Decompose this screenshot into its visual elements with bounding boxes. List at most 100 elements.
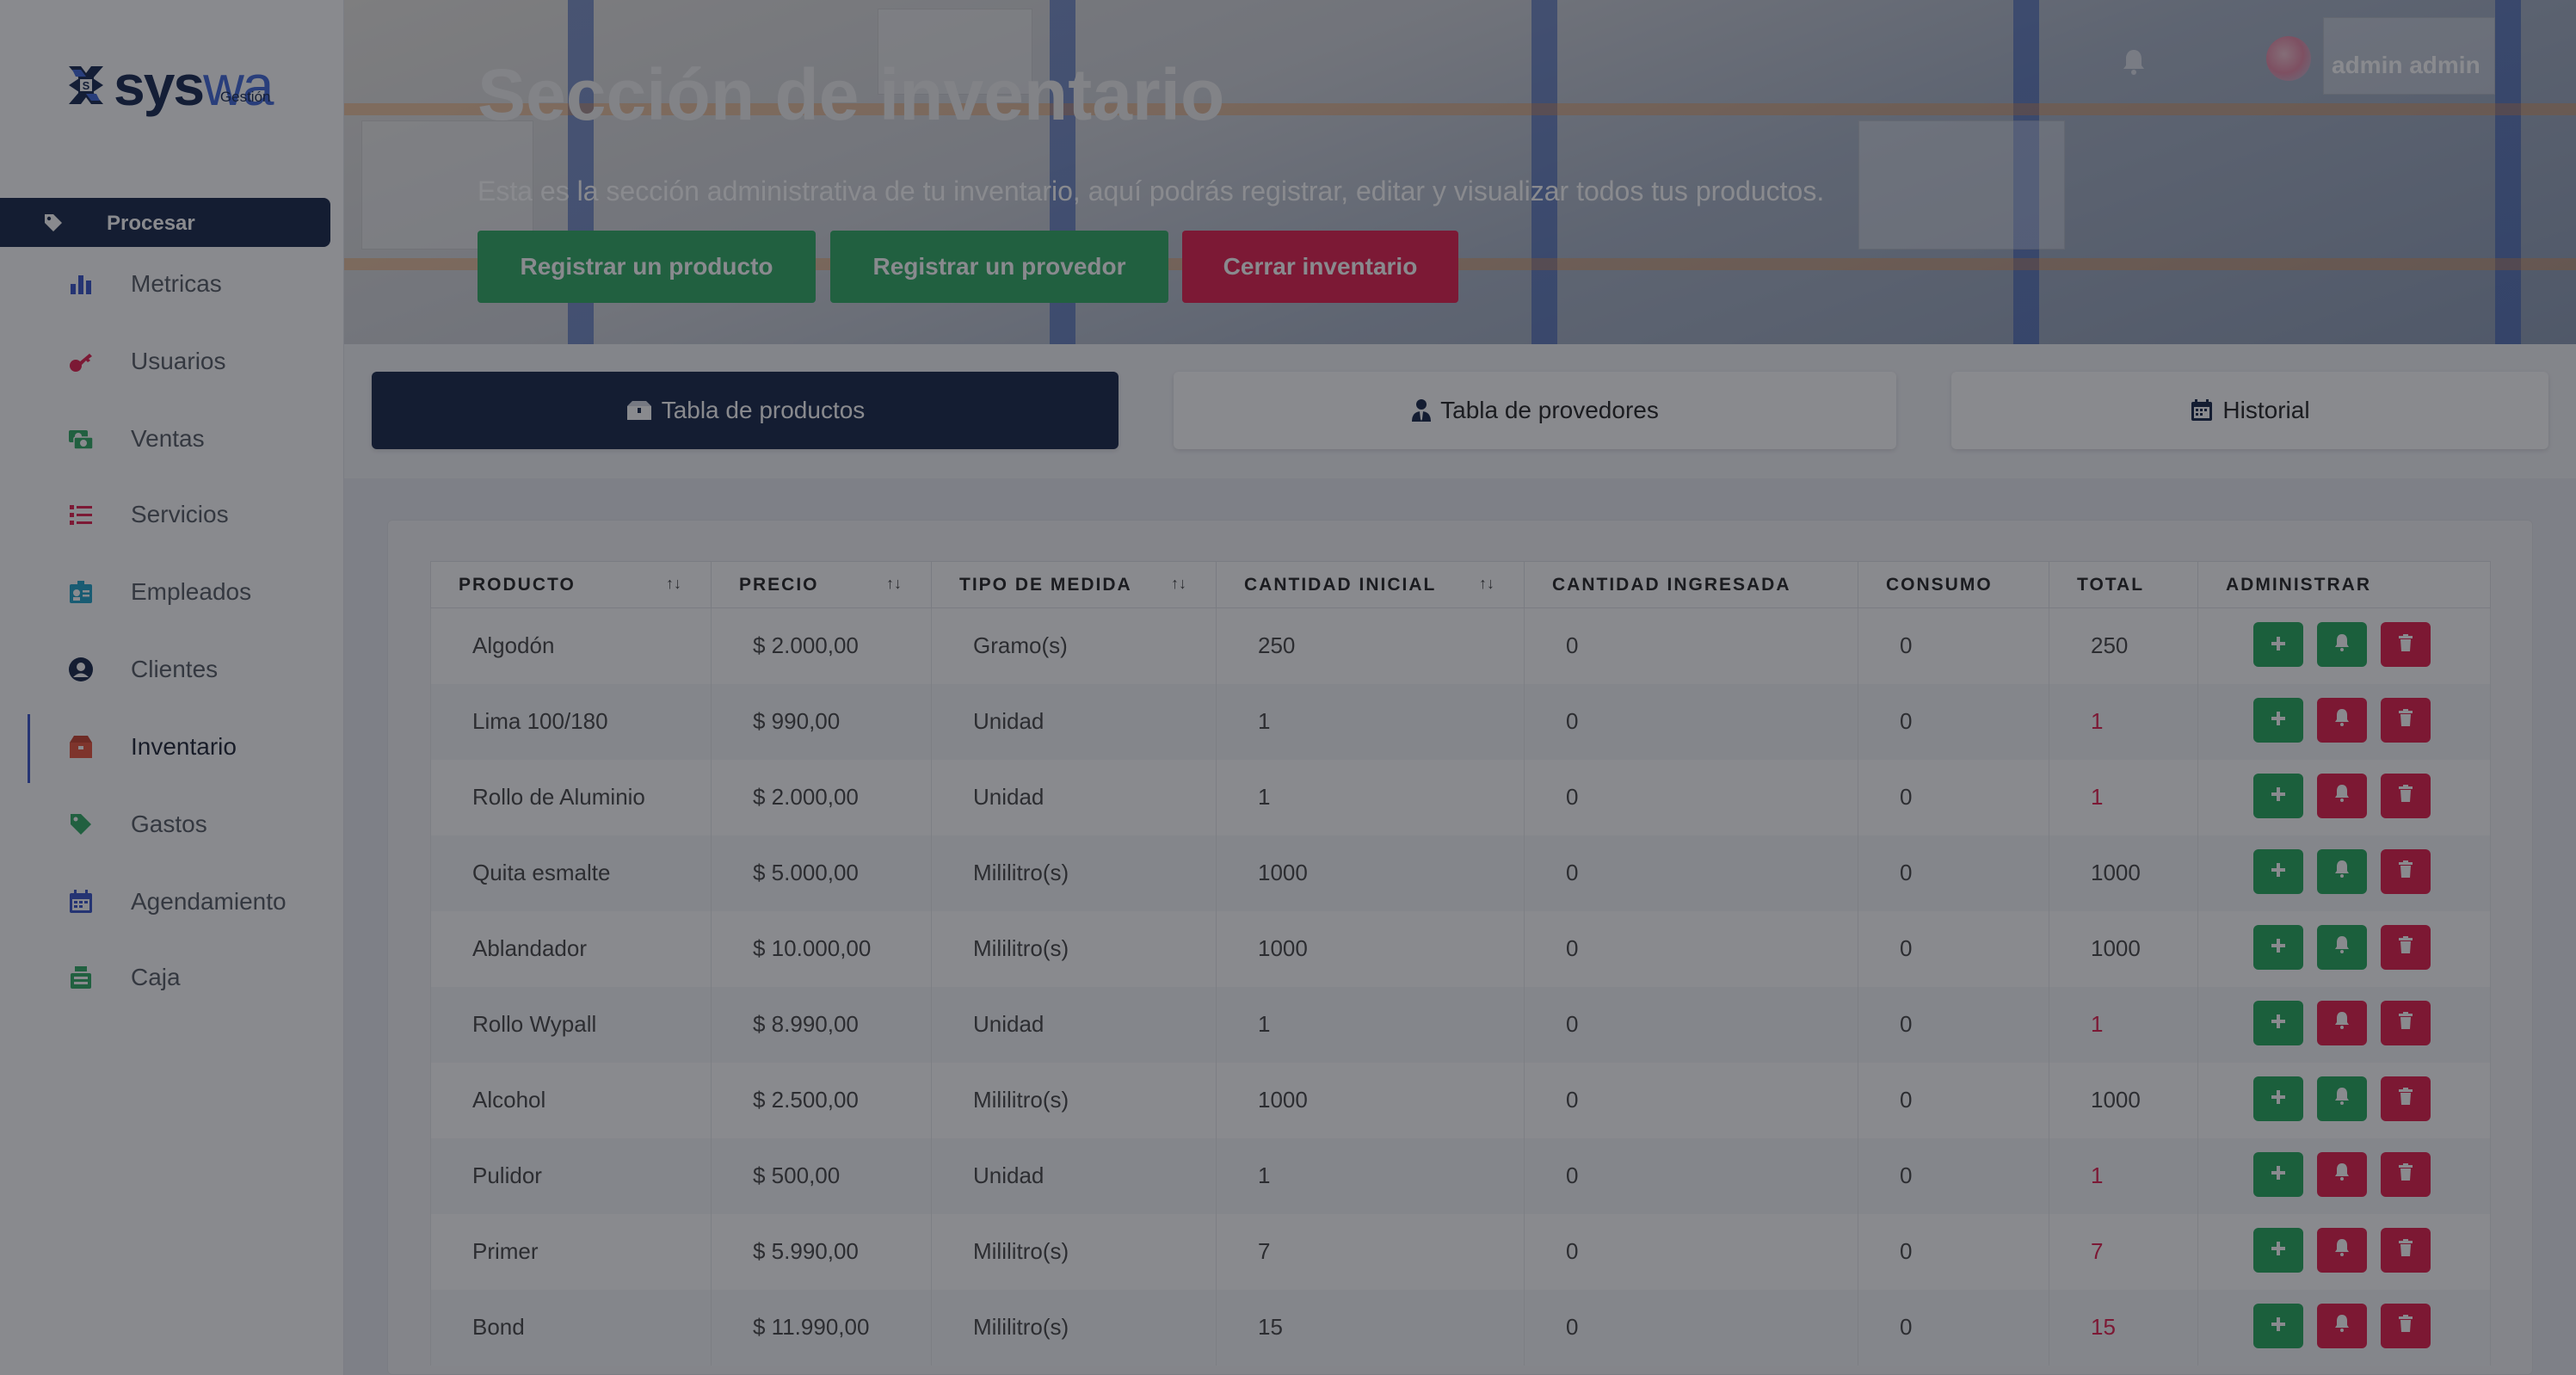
alert-button[interactable] <box>2317 1303 2367 1348</box>
bell-icon <box>2333 934 2351 960</box>
delete-button[interactable] <box>2381 924 2431 970</box>
cell-total: 7 <box>2049 1213 2198 1290</box>
bell-icon <box>2333 1085 2351 1112</box>
add-stock-button[interactable] <box>2253 1303 2303 1348</box>
alert-button[interactable] <box>2317 1076 2367 1121</box>
cell-producto: Primer <box>430 1213 712 1290</box>
sort-icon[interactable]: ↑↓ <box>666 575 681 593</box>
delete-button[interactable] <box>2381 1151 2431 1197</box>
sidebar-item-caja[interactable]: Caja <box>0 952 344 1003</box>
cell-ingresada: 0 <box>1524 835 1858 911</box>
column-header-precio[interactable]: PRECIO ↑↓ <box>711 561 932 608</box>
add-stock-button[interactable] <box>2253 622 2303 667</box>
trash-icon <box>2397 1161 2414 1187</box>
alert-button[interactable] <box>2317 924 2367 970</box>
add-stock-button[interactable] <box>2253 1151 2303 1197</box>
sidebar-item-gastos[interactable]: Gastos <box>0 798 344 850</box>
add-stock-button[interactable] <box>2253 924 2303 970</box>
cell-medida: Mililitro(s) <box>931 1062 1217 1138</box>
delete-button[interactable] <box>2381 697 2431 743</box>
delete-button[interactable] <box>2381 848 2431 894</box>
tab-history[interactable]: Historial <box>1951 372 2548 449</box>
cell-precio: $ 10.000,00 <box>711 910 932 987</box>
add-stock-button[interactable] <box>2253 1000 2303 1045</box>
sidebar-item-label: Clientes <box>131 656 219 682</box>
cell-medida: Unidad <box>931 683 1217 760</box>
trash-icon <box>2397 1312 2414 1339</box>
cell-precio: $ 2.000,00 <box>711 759 932 835</box>
sidebar-item-clientes[interactable]: Clientes <box>0 644 344 695</box>
alert-button[interactable] <box>2317 1227 2367 1273</box>
cell-inicial: 1000 <box>1216 910 1525 987</box>
user-tie-icon <box>1412 399 1432 422</box>
notifications-bell-icon[interactable] <box>2122 48 2146 76</box>
delete-button[interactable] <box>2381 1303 2431 1348</box>
cell-total: 15 <box>2049 1289 2198 1366</box>
delete-button[interactable] <box>2381 773 2431 818</box>
table-row: Lima 100/180 $ 990,00 Unidad 1 0 0 1 <box>430 683 2491 760</box>
tab-products-label: Tabla de productos <box>661 397 866 423</box>
trash-icon <box>2397 706 2414 733</box>
table-row: Pulidor $ 500,00 Unidad 1 0 0 1 <box>430 1138 2491 1214</box>
alert-button[interactable] <box>2317 1000 2367 1045</box>
column-header-medida[interactable]: TIPO DE MEDIDA ↑↓ <box>931 561 1217 608</box>
sidebar-item-usuarios[interactable]: Usuarios <box>0 336 344 387</box>
register-provider-button[interactable]: Registrar un provedor <box>830 231 1168 303</box>
alert-button[interactable] <box>2317 848 2367 894</box>
sidebar-item-label: Caja <box>131 964 181 990</box>
list-icon <box>67 501 95 528</box>
delete-button[interactable] <box>2381 1227 2431 1273</box>
sidebar-item-agendamiento[interactable]: Agendamiento <box>0 876 344 928</box>
tab-products[interactable]: Tabla de productos <box>372 372 1119 449</box>
sidebar-item-servicios[interactable]: Servicios <box>0 489 344 540</box>
alert-button[interactable] <box>2317 697 2367 743</box>
cell-inicial: 1 <box>1216 759 1525 835</box>
add-stock-button[interactable] <box>2253 1076 2303 1121</box>
logo-subtitle: Gestión <box>219 89 271 105</box>
tab-providers[interactable]: Tabla de provedores <box>1174 372 1896 449</box>
tags-icon <box>45 214 62 231</box>
add-stock-button[interactable] <box>2253 848 2303 894</box>
alert-button[interactable] <box>2317 773 2367 818</box>
table-row: Rollo de Aluminio $ 2.000,00 Unidad 1 0 0 1 <box>430 759 2491 835</box>
procesar-button[interactable]: Procesar <box>0 198 330 247</box>
cell-actions <box>2197 683 2491 760</box>
cell-actions <box>2197 759 2491 835</box>
alert-button[interactable] <box>2317 1151 2367 1197</box>
delete-button[interactable] <box>2381 1000 2431 1045</box>
sort-icon[interactable]: ↑↓ <box>1171 575 1186 593</box>
cell-actions <box>2197 835 2491 911</box>
sidebar-item-ventas[interactable]: Ventas <box>0 413 344 465</box>
cell-consumo: 0 <box>1858 986 2049 1063</box>
bar-chart-icon <box>67 270 95 298</box>
sidebar-item-metricas[interactable]: Metricas <box>0 258 344 310</box>
cell-producto: Alcohol <box>430 1062 712 1138</box>
cell-precio: $ 8.990,00 <box>711 986 932 1063</box>
add-stock-button[interactable] <box>2253 697 2303 743</box>
add-stock-button[interactable] <box>2253 1227 2303 1273</box>
close-inventory-button[interactable]: Cerrar inventario <box>1182 231 1458 303</box>
cell-producto: Bond <box>430 1289 712 1366</box>
plus-icon <box>2270 1009 2287 1036</box>
sort-icon[interactable]: ↑↓ <box>886 575 902 593</box>
alert-button[interactable] <box>2317 622 2367 667</box>
add-stock-button[interactable] <box>2253 773 2303 818</box>
column-header-producto[interactable]: PRODUCTO ↑↓ <box>430 561 712 608</box>
delete-button[interactable] <box>2381 622 2431 667</box>
cell-inicial: 1000 <box>1216 1062 1525 1138</box>
sidebar-item-inventario[interactable]: Inventario <box>0 721 344 773</box>
avatar[interactable] <box>2266 36 2311 81</box>
bell-icon <box>2333 632 2351 658</box>
plus-icon <box>2270 782 2287 809</box>
page-title: Sección de inventario <box>478 54 1225 135</box>
user-name[interactable]: admin admin <box>2332 52 2480 79</box>
sort-icon[interactable]: ↑↓ <box>1479 575 1494 593</box>
column-header-inicial[interactable]: CANTIDAD INICIAL ↑↓ <box>1216 561 1525 608</box>
register-product-button[interactable]: Registrar un producto <box>478 231 816 303</box>
calendar-icon <box>2191 399 2213 421</box>
sidebar-item-label: Servicios <box>131 501 229 527</box>
delete-button[interactable] <box>2381 1076 2431 1121</box>
cell-medida: Mililitro(s) <box>931 910 1217 987</box>
sidebar-item-empleados[interactable]: Empleados <box>0 566 344 618</box>
cell-inicial: 1 <box>1216 683 1525 760</box>
